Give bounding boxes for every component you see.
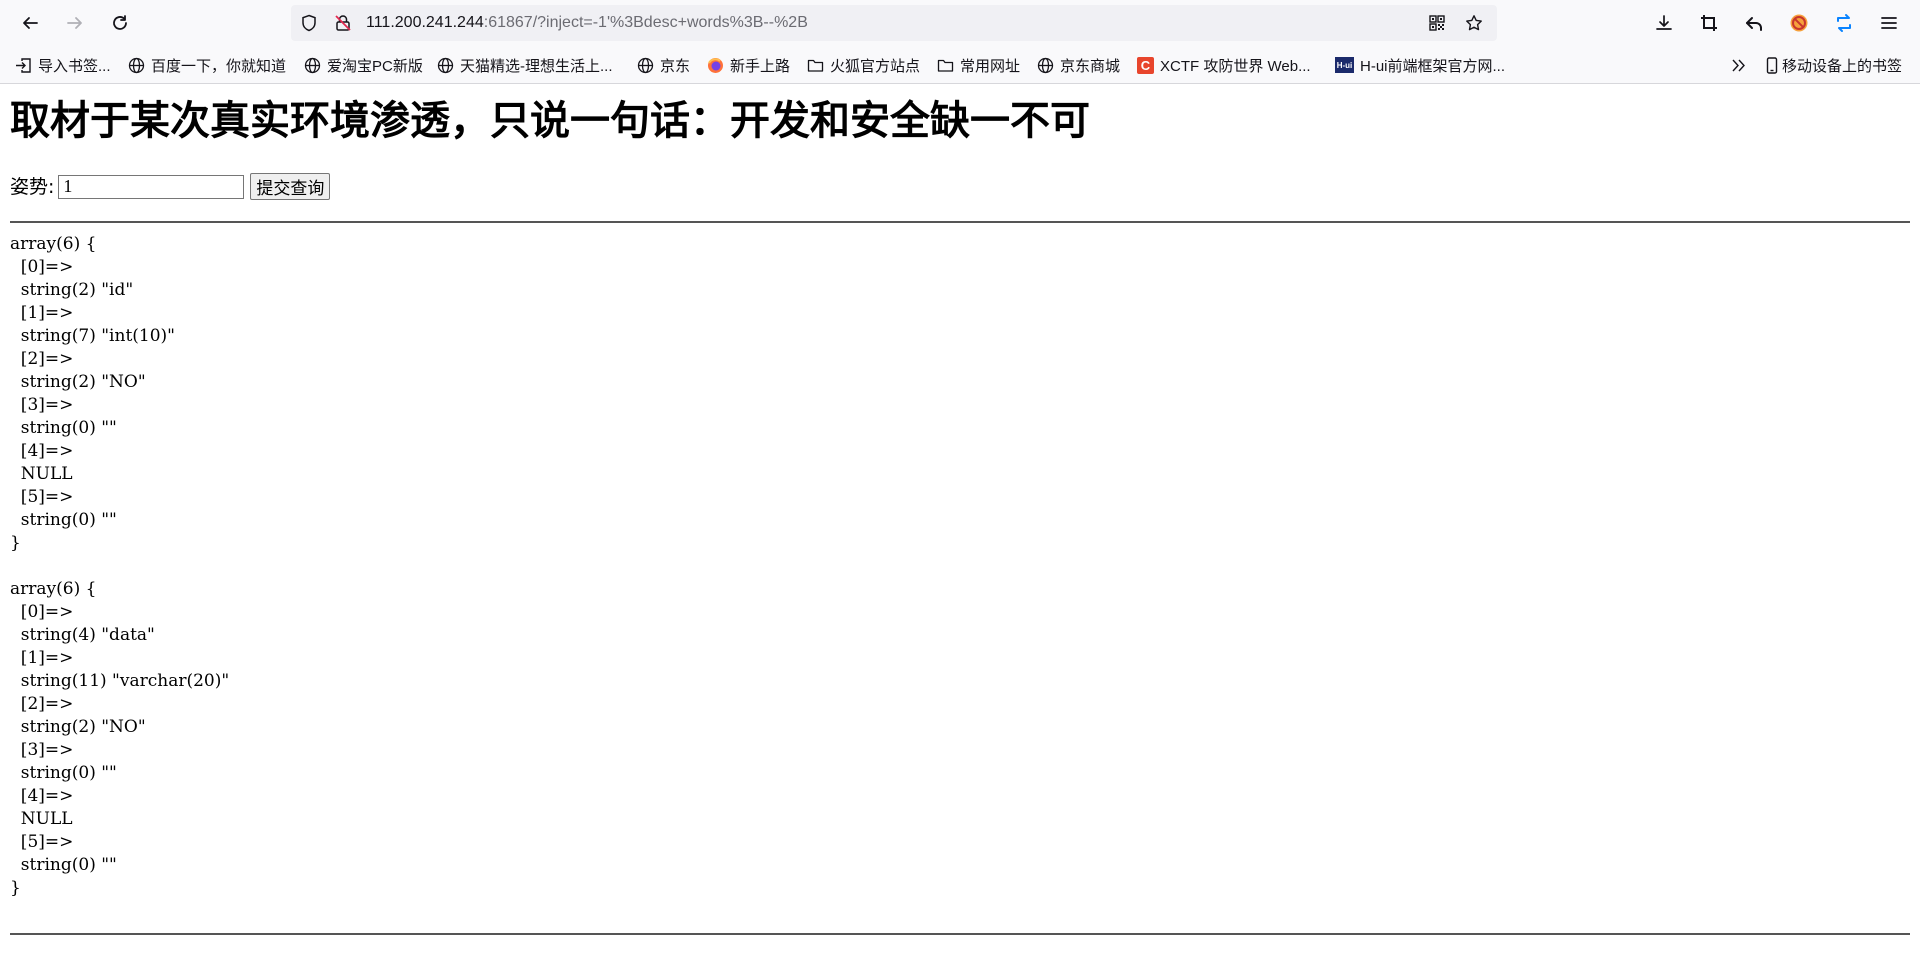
inject-label: 姿势: [10,175,55,198]
bookmark-label: 天猫精选-理想生活上... [460,57,613,75]
bookmark-label: 爱淘宝PC新版 [327,57,423,75]
adblock-button[interactable] [1781,5,1817,41]
screenshot-button[interactable] [1691,5,1727,41]
url-host: 111.200.241.244 [366,14,484,31]
globe-icon [304,57,321,74]
bookmark-label: 移动设备上的书签 [1782,57,1903,75]
bookmark-import[interactable]: 导入书签... [15,55,111,75]
bookmark-label: 京东 [660,57,691,75]
bookmarks-overflow-button[interactable] [1730,55,1753,75]
globe-icon [437,57,454,74]
sync-icon [1837,14,1851,32]
bookmark-label: 常用网址 [960,57,1021,75]
undo-icon [1746,17,1762,31]
bookmark-getting-started[interactable]: 新手上路 [707,55,790,75]
bookmarks-toolbar: 导入书签... 百度一下，你就知道 爱淘宝PC新版 天猫精选-理想生活上... … [0,46,1920,84]
divider [10,221,1910,223]
shield-icon[interactable] [300,14,318,32]
arrow-left-icon [23,17,38,29]
globe-icon [128,57,145,74]
bookmark-label: 新手上路 [730,57,791,75]
bookmark-baidu[interactable]: 百度一下，你就知道 [128,55,286,75]
url-bar[interactable]: 111.200.241.244:61867/?inject=-1'%3Bdesc… [291,5,1497,41]
qr-code-icon[interactable] [1428,14,1446,32]
bookmark-jd-mall[interactable]: 京东商城 [1037,55,1120,75]
hui-icon: H-ui [1335,57,1354,74]
divider [10,933,1910,935]
import-icon [15,57,32,74]
bookmark-label: XCTF 攻防世界 Web... [1160,57,1311,75]
undo-button[interactable] [1736,5,1772,41]
hamburger-icon [1881,17,1897,29]
folder-icon [807,57,824,74]
mobile-icon [1766,56,1778,74]
globe-icon [1037,57,1054,74]
bookmark-folder-firefox-sites[interactable]: 火狐官方站点 [807,55,920,75]
forward-button[interactable] [57,5,93,41]
mobile-bookmarks[interactable]: 移动设备上的书签 [1766,55,1902,75]
insecure-lock-icon[interactable] [334,14,352,32]
url-text[interactable]: 111.200.241.244:61867/?inject=-1'%3Bdesc… [366,14,808,32]
arrow-right-icon [67,17,82,29]
sync-button[interactable] [1826,5,1862,41]
reload-button[interactable] [102,5,138,41]
inject-input[interactable] [58,174,245,199]
menu-button[interactable] [1871,5,1907,41]
bookmark-label: 火狐官方站点 [830,57,921,75]
star-icon[interactable] [1465,14,1483,32]
bookmark-hui[interactable]: H-ui H-ui前端框架官方网... [1335,55,1505,75]
folder-icon [937,57,954,74]
firefox-icon [707,57,724,74]
bookmark-folder-common[interactable]: 常用网址 [937,55,1020,75]
bookmark-jd[interactable]: 京东 [637,55,690,75]
xctf-icon: C [1137,56,1154,74]
bookmark-label: 导入书签... [38,57,111,75]
bookmark-label: H-ui前端框架官方网... [1360,57,1506,75]
page-content: 取材于某次真实环境渗透，只说一句话：开发和安全缺一不可 姿势: 提交查询 arr… [0,84,1920,973]
download-icon [1656,15,1672,30]
no-entry-icon [1790,14,1808,32]
xctf-badge: C [1137,56,1154,74]
submit-button[interactable]: 提交查询 [250,173,331,200]
bookmark-label: 百度一下，你就知道 [151,57,287,75]
downloads-button[interactable] [1646,5,1682,41]
back-button[interactable] [12,5,48,41]
var-dump-output: array(6) { [0]=> string(2) "id" [1]=> st… [10,234,175,553]
crop-icon [1701,15,1717,31]
reload-icon [113,15,127,30]
globe-icon [637,57,654,74]
double-chevron-icon [1730,57,1747,74]
var-dump-output: array(6) { [0]=> string(4) "data" [1]=> … [10,579,230,898]
bookmark-taobao[interactable]: 爱淘宝PC新版 [304,55,423,75]
page-title: 取材于某次真实环境渗透，只说一句话：开发和安全缺一不可 [10,98,1090,144]
bookmark-xctf[interactable]: C XCTF 攻防世界 Web... [1137,55,1311,75]
inject-form: 姿势: 提交查询 [10,173,331,200]
bookmark-tmall[interactable]: 天猫精选-理想生活上... [437,55,613,75]
bookmark-label: 京东商城 [1060,57,1121,75]
hui-badge: H-ui [1335,57,1354,73]
browser-toolbar: 111.200.241.244:61867/?inject=-1'%3Bdesc… [0,0,1920,46]
url-path: :61867/?inject=-1'%3Bdesc+words%3B--%2B [483,14,808,31]
